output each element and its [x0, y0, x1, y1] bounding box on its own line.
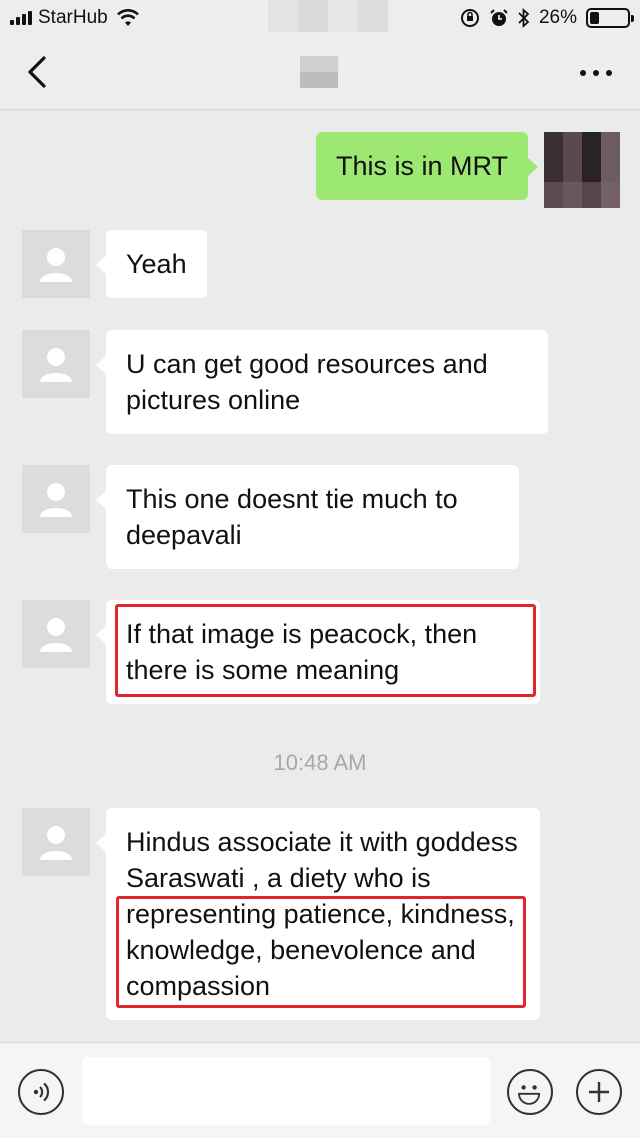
- battery-icon: [586, 8, 634, 28]
- default-avatar-icon[interactable]: [22, 465, 90, 533]
- default-avatar-icon[interactable]: [22, 230, 90, 298]
- message-bubble[interactable]: Yeah: [96, 230, 207, 298]
- chat-area[interactable]: This is in MRT Yeah U can get good resou…: [0, 110, 640, 1042]
- default-avatar-icon[interactable]: [22, 330, 90, 398]
- battery-fill: [590, 12, 600, 24]
- more-dots-icon[interactable]: [580, 70, 612, 76]
- alarm-icon: [490, 9, 508, 26]
- status-right: 26%: [460, 7, 634, 29]
- message-bubble[interactable]: If that image is peacock, then there is …: [96, 600, 540, 704]
- message-bubble[interactable]: This one doesnt tie much to deepavali: [96, 465, 519, 569]
- message-bubble[interactable]: U can get good resources and pictures on…: [96, 330, 548, 434]
- battery-percent: 26%: [538, 7, 577, 28]
- nav-bar: [0, 36, 640, 110]
- redacted-area: [268, 0, 388, 32]
- message-input[interactable]: [82, 1057, 490, 1125]
- back-chevron-icon[interactable]: [22, 52, 58, 92]
- wifi-icon: [116, 9, 139, 26]
- input-bar: [0, 1042, 640, 1138]
- carrier-group: StarHub: [10, 7, 140, 29]
- default-avatar-icon[interactable]: [22, 808, 90, 876]
- conversation-title: [300, 56, 338, 88]
- voice-icon[interactable]: [18, 1069, 64, 1115]
- message-bubble[interactable]: Hindus associate it with goddess Saraswa…: [96, 808, 540, 1020]
- carrier-name: StarHub: [38, 7, 108, 28]
- avatar[interactable]: [544, 132, 620, 208]
- status-bar: StarHub 26%: [0, 0, 640, 36]
- bluetooth-icon: [518, 8, 530, 28]
- signal-icon: [10, 11, 32, 25]
- plus-icon[interactable]: [576, 1069, 622, 1115]
- emoji-icon[interactable]: [507, 1069, 553, 1115]
- default-avatar-icon[interactable]: [22, 600, 90, 668]
- timestamp: 10:48 AM: [273, 750, 367, 775]
- message-bubble[interactable]: This is in MRT: [315, 132, 539, 200]
- orientation-lock-icon: [460, 9, 479, 27]
